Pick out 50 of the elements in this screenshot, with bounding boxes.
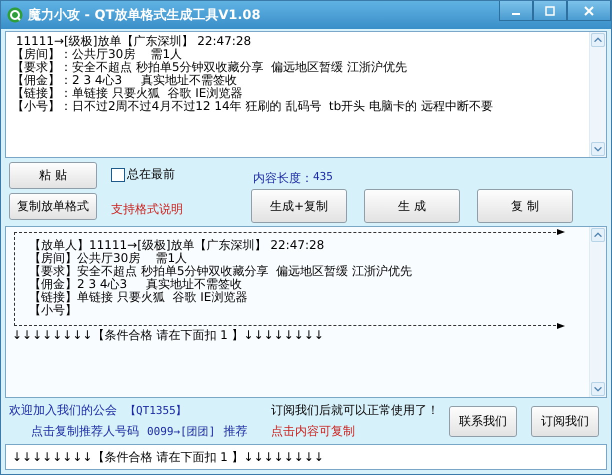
output-text-area[interactable]: 【放单人】11111→[级极]放单【广东深圳】 22:47:28 【房间】公共厅30房 需1人 【要求】安全不超点 秒拍单5分钟双收藏分享 偏远地区暂缓 江浙沪优先 【佣金】2 3 4心3 真实地址不需签收 【链接】单链接 只要火狐 谷歌 IE浏览器 【小号】 ↓↓↓↓↓↓↓↓【条件合格 请在下面扣 1 】↓↓↓↓↓↓↓↓ <box>5 226 607 398</box>
checkbox-square[interactable] <box>111 168 125 182</box>
maximize-icon[interactable] <box>545 6 555 16</box>
input-text-area[interactable]: 11111→[级极]放单【广东深圳】 22:47:28 【房间】：公共厅30房 需1人 【要求】：安全不超点 秒拍单5分钟双收藏分享 偏远地区暂缓 江浙沪优先 【佣金】：2 3 4心3 真实地址不需签收 【链接】：单链接 只要火狐 谷歌 IE浏览器 【小号】：日不过2周不过4月不过12 14年 狂刷的 乱码号 tb开头 电脑卡的 远程中断不要 <box>5 31 607 158</box>
footer-button[interactable]: 联系我们 <box>449 406 517 436</box>
action-button[interactable]: 生 成 <box>364 189 460 223</box>
paste-button[interactable]: 粘 贴 <box>9 162 97 189</box>
copy-format-button[interactable]: 复制放单格式 <box>9 193 97 220</box>
footer-button[interactable]: 订阅我们 <box>531 406 599 436</box>
action-button[interactable]: 生成+复制 <box>251 189 347 223</box>
input-text-line: 【要求】：安全不超点 秒拍单5分钟双收藏分享 偏远地区暂缓 江浙沪优先 <box>12 61 408 74</box>
app-logo-icon <box>7 7 23 23</box>
action-button[interactable]: 复 制 <box>477 189 573 223</box>
click-copy-hint: 点击内容可复制 <box>271 423 356 440</box>
output-text-line: 【放单人】11111→[级极]放单【广东深圳】 22:47:28 <box>29 239 326 252</box>
always-on-top-checkbox[interactable]: 总在最前 <box>111 166 231 183</box>
input-text-line: 【小号】：日不过2周不过4月不过12 14年 狂刷的 乱码号 tb开头 电脑卡的 远程中断不要 <box>12 100 494 113</box>
result-text-field[interactable]: ↓↓↓↓↓↓↓↓【条件合格 请在下面扣 1 】↓↓↓↓↓↓↓↓ <box>5 444 607 470</box>
input-text-line: 【房间】：公共厅30房 需1人 <box>12 48 184 61</box>
scroll-down-icon[interactable] <box>591 142 605 156</box>
content-length-label: 内容长度： <box>253 170 313 187</box>
welcome-text: 欢迎加入我们的公会 <box>9 402 117 419</box>
copy-referrer-link[interactable]: 点击复制推荐人号码 <box>31 423 139 440</box>
arrowhead-icon <box>557 228 565 236</box>
scroll-up-icon[interactable] <box>591 33 605 47</box>
arrowhead-icon <box>557 322 565 330</box>
output-text-line: ↓↓↓↓↓↓↓↓【条件合格 请在下面扣 1 】↓↓↓↓↓↓↓↓ <box>12 329 325 342</box>
recommend-text: 推荐 <box>223 423 248 440</box>
input-text-line: 【佣金】：2 3 4心3 真实地址不需签收 <box>12 74 238 87</box>
output-text-line: 【房间】公共厅30房 需1人 <box>29 252 188 265</box>
output-text-line: 【链接】单链接 只要火狐 谷歌 IE浏览器 <box>29 291 248 304</box>
input-text-line: 11111→[级极]放单【广东深圳】 22:47:28 <box>14 35 252 48</box>
output-text-line: 【佣金】2 3 4心3 真实地址不需签收 <box>29 278 244 291</box>
subscribe-notice: 订阅我们后就可以正常使用了！ <box>271 402 440 419</box>
referrer-text: 0099→[团团] <box>147 424 216 439</box>
maximize-button[interactable] <box>533 1 567 21</box>
scrollbar[interactable] <box>589 32 606 157</box>
scroll-down-icon[interactable] <box>591 382 605 396</box>
input-text-line: 【链接】：单链接 只要火狐 谷歌 IE浏览器 <box>12 87 244 100</box>
output-text-line: 【小号】 <box>29 304 78 317</box>
content-length-value: 435 <box>313 170 333 185</box>
guild-id-text: 【QT1355】 <box>125 403 187 418</box>
window-title: 魔力小攻 - QT放单格式生成工具V1.08 <box>28 6 262 24</box>
minimize-button[interactable] <box>499 1 533 21</box>
close-icon[interactable] <box>584 6 594 16</box>
output-text-line: 【要求】安全不超点 秒拍单5分钟双收藏分享 偏远地区暂缓 江浙沪优先 <box>29 265 413 278</box>
scroll-up-icon[interactable] <box>591 228 605 242</box>
close-button[interactable] <box>567 1 611 21</box>
format-help-link[interactable]: 支持格式说明 <box>111 201 231 218</box>
scrollbar[interactable] <box>589 227 606 397</box>
